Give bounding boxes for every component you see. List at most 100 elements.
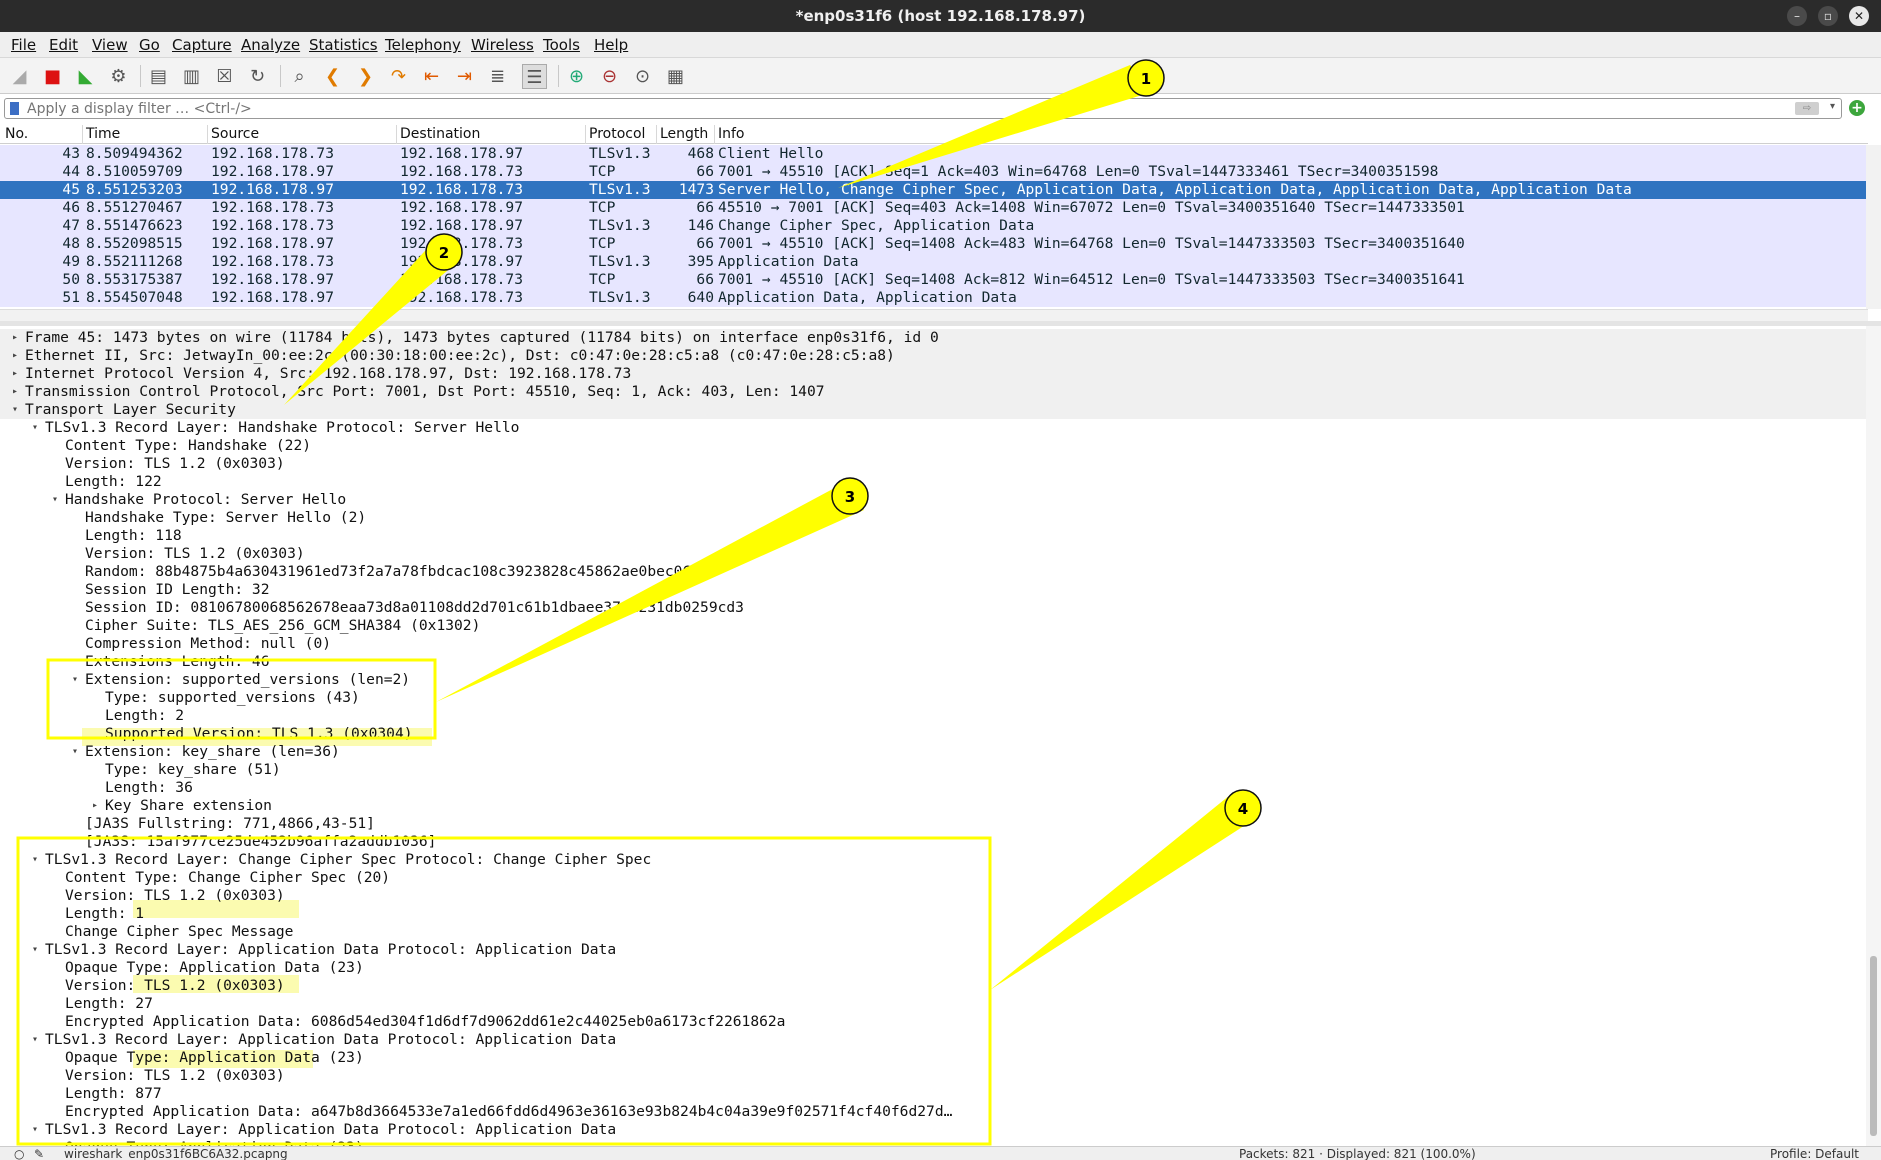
detail-line[interactable]: Opaque Type: Application Data (23) (0, 1049, 1866, 1067)
first-packet-icon[interactable]: ⇤ (419, 64, 444, 89)
col-length[interactable]: Length (660, 126, 708, 142)
status-profile[interactable]: Profile: Default (1770, 1147, 1859, 1160)
menu-go[interactable]: Go (139, 36, 160, 54)
expand-down-icon[interactable]: ▾ (32, 851, 38, 869)
col-info[interactable]: Info (718, 126, 745, 142)
detail-line[interactable]: Version: TLS 1.2 (0x0303) (0, 887, 1866, 905)
autoscroll-icon[interactable]: ≣ (485, 64, 510, 89)
last-packet-icon[interactable]: ⇥ (452, 64, 477, 89)
restart-capture-icon[interactable]: ◣ (73, 64, 98, 89)
menu-edit[interactable]: Edit (49, 36, 78, 54)
packet-list-scrollbar[interactable] (1866, 145, 1881, 309)
detail-line[interactable]: ▾ TLSv1.3 Record Layer: Application Data … (0, 1031, 1866, 1049)
detail-line[interactable]: Length: 118 (0, 527, 1866, 545)
detail-line[interactable]: [JA3S Fullstring: 771,4866,43-51] (0, 815, 1866, 833)
packet-row[interactable]: 45 8.551253203 192.168.178.97 192.168.178.7… (0, 181, 1866, 199)
reload-file-icon[interactable]: ↻ (245, 64, 270, 89)
expand-right-icon[interactable]: ▸ (92, 797, 98, 815)
detail-line[interactable]: ▸ Frame 45: 1473 bytes on wire (11784 bit… (0, 329, 1866, 347)
expand-down-icon[interactable]: ▾ (32, 419, 38, 437)
colorize-icon[interactable]: ☰ (522, 64, 547, 89)
resize-columns-icon[interactable]: ▦ (663, 64, 688, 89)
detail-line[interactable]: Compression Method: null (0) (0, 635, 1866, 653)
packet-row[interactable]: 47 8.551476623 192.168.178.73 192.168.178.9… (0, 217, 1866, 235)
col-source[interactable]: Source (211, 126, 259, 142)
expand-right-icon[interactable]: ▸ (12, 347, 18, 365)
detail-line[interactable]: Encrypted Application Data: a647b8d36645… (0, 1103, 1866, 1121)
detail-line[interactable]: Version: TLS 1.2 (0x0303) (0, 1067, 1866, 1085)
detail-line[interactable]: Length: 2 (0, 707, 1866, 725)
detail-line[interactable]: Encrypted Application Data: 6086d54ed304… (0, 1013, 1866, 1031)
detail-line[interactable]: ▸ Transmission Control Protocol, Src Port… (0, 383, 1866, 401)
detail-line[interactable]: Length: 36 (0, 779, 1866, 797)
detail-line[interactable]: Session ID: 08106780068562678eaa73d8a011… (0, 599, 1866, 617)
detail-line[interactable]: ▾ Handshake Protocol: Server Hello (0, 491, 1866, 509)
detail-line[interactable]: ▾ Extension: supported_versions (len=2) (0, 671, 1866, 689)
find-packet-icon[interactable]: ⌕ (287, 64, 312, 89)
detail-line[interactable]: Supported Version: TLS 1.3 (0x0304) (0, 725, 1866, 743)
detail-line[interactable]: ▾ Transport Layer Security (0, 401, 1866, 419)
packet-row[interactable]: 48 8.552098515 192.168.178.97 192.168.178.7… (0, 235, 1866, 253)
detail-line[interactable]: ▾ TLSv1.3 Record Layer: Application Data … (0, 1121, 1866, 1139)
go-to-packet-icon[interactable]: ↷ (386, 64, 411, 89)
detail-line[interactable]: ▸ Key Share extension (0, 797, 1866, 815)
menu-tools[interactable]: Tools (543, 36, 580, 54)
detail-line[interactable]: Version: TLS 1.2 (0x0303) (0, 455, 1866, 473)
expand-down-icon[interactable]: ▾ (32, 941, 38, 959)
detail-line[interactable]: Random: 88b4875b4a630431961ed73f2a7a78fb… (0, 563, 1866, 581)
expand-down-icon[interactable]: ▾ (32, 1121, 38, 1139)
close-icon[interactable]: ✕ (1849, 6, 1869, 26)
capture-options-icon[interactable]: ⚙ (106, 64, 131, 89)
detail-line[interactable]: Content Type: Handshake (22) (0, 437, 1866, 455)
packet-row[interactable]: 43 8.509494362 192.168.178.73 192.168.178.9… (0, 145, 1866, 163)
packet-row[interactable]: 44 8.510059709 192.168.178.97 192.168.178.7… (0, 163, 1866, 181)
detail-line[interactable]: Opaque Type: Application Data (23) (0, 959, 1866, 977)
minimize-icon[interactable]: – (1787, 6, 1807, 26)
save-file-icon[interactable]: ▥ (179, 64, 204, 89)
bookmark-icon[interactable] (10, 102, 19, 115)
detail-line[interactable]: Content Type: Change Cipher Spec (20) (0, 869, 1866, 887)
detail-line[interactable]: Handshake Type: Server Hello (2) (0, 509, 1866, 527)
close-file-icon[interactable]: ☒ (212, 64, 237, 89)
detail-line[interactable]: [JA3S: 15af977ce25de452b96affa2addb1036] (0, 833, 1866, 851)
detail-line[interactable]: Type: key_share (51) (0, 761, 1866, 779)
detail-line[interactable]: Version: TLS 1.2 (0x0303) (0, 977, 1866, 995)
menu-capture[interactable]: Capture (172, 36, 232, 54)
details-scrollbar[interactable] (1866, 326, 1881, 1146)
col-protocol[interactable]: Protocol (589, 126, 645, 142)
normal-size-icon[interactable]: ⊙ (630, 64, 655, 89)
packet-row[interactable]: 49 8.552111268 192.168.178.73 192.168.178.9… (0, 253, 1866, 271)
detail-line[interactable]: ▸ Ethernet II, Src: JetwayIn_00:ee:2c (00… (0, 347, 1866, 365)
detail-line[interactable]: Opaque Type: Application Data (23) (0, 1139, 1866, 1146)
apply-filter-icon[interactable]: ⇨ (1795, 102, 1819, 115)
expand-down-icon[interactable]: ▾ (72, 743, 78, 761)
menu-statistics[interactable]: Statistics (309, 36, 378, 54)
zoom-out-icon[interactable]: ⊖ (597, 64, 622, 89)
expand-down-icon[interactable]: ▾ (52, 491, 58, 509)
open-file-icon[interactable]: ▤ (146, 64, 171, 89)
maximize-icon[interactable]: ▫ (1818, 6, 1838, 26)
detail-line[interactable]: Cipher Suite: TLS_AES_256_GCM_SHA384 (0x… (0, 617, 1866, 635)
expand-right-icon[interactable]: ▸ (12, 365, 18, 383)
detail-line[interactable]: Length: 877 (0, 1085, 1866, 1103)
packet-list-hscrollbar[interactable] (0, 309, 1868, 321)
packet-row[interactable]: 50 8.553175387 192.168.178.97 192.168.178.7… (0, 271, 1866, 289)
go-forward-icon[interactable]: ❯ (353, 64, 378, 89)
menu-file[interactable]: File (11, 36, 36, 54)
packet-row[interactable]: 46 8.551270467 192.168.178.73 192.168.178.9… (0, 199, 1866, 217)
detail-line[interactable]: Length: 1 (0, 905, 1866, 923)
detail-line[interactable]: Length: 27 (0, 995, 1866, 1013)
packet-row[interactable]: 51 8.554507048 192.168.178.97 192.168.178.7… (0, 289, 1866, 307)
detail-line[interactable]: Extensions Length: 46 (0, 653, 1866, 671)
detail-line[interactable]: ▸ Internet Protocol Version 4, Src: 192.1… (0, 365, 1866, 383)
detail-line[interactable]: Type: supported_versions (43) (0, 689, 1866, 707)
detail-line[interactable]: Length: 122 (0, 473, 1866, 491)
detail-line[interactable]: ▾ TLSv1.3 Record Layer: Application Data … (0, 941, 1866, 959)
menu-help[interactable]: Help (594, 36, 628, 54)
zoom-in-icon[interactable]: ⊕ (564, 64, 589, 89)
expand-down-icon[interactable]: ▾ (12, 401, 18, 419)
col-destination[interactable]: Destination (400, 126, 480, 142)
expand-right-icon[interactable]: ▸ (12, 383, 18, 401)
detail-line[interactable]: Session ID Length: 32 (0, 581, 1866, 599)
menu-analyze[interactable]: Analyze (241, 36, 300, 54)
